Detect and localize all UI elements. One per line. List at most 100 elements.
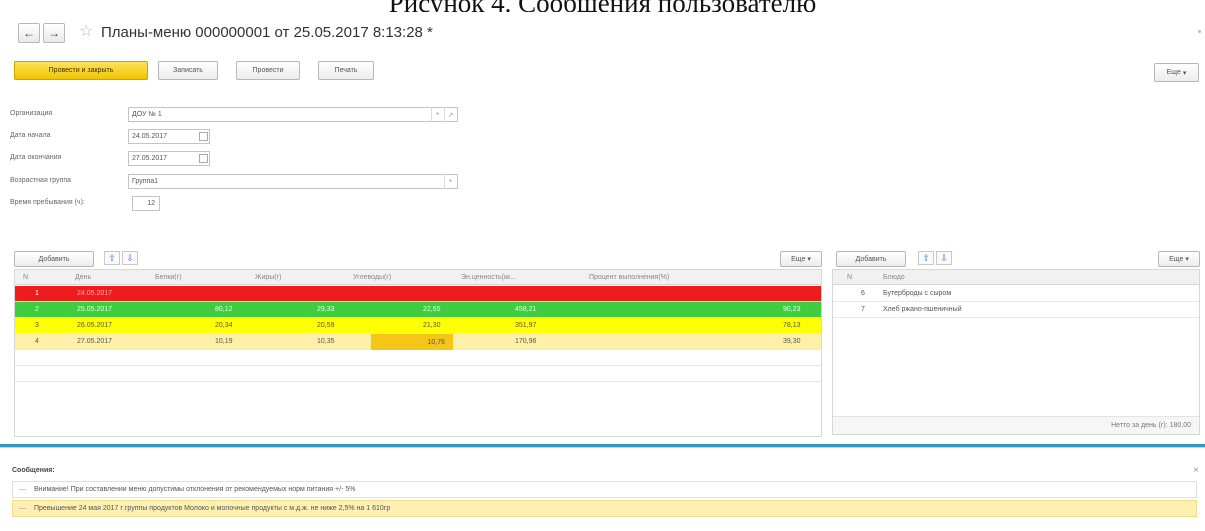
column-header: N (847, 273, 853, 281)
row-number: 4 (35, 338, 39, 345)
start-date-field[interactable]: 24.05.2017 (128, 129, 210, 144)
left-more-button[interactable]: Еще ▾ (780, 251, 822, 267)
close-icon[interactable]: × (1193, 465, 1199, 476)
table-header-row: N Блюдо (833, 270, 1199, 285)
window-title: Планы-меню 000000001 от 25.05.2017 8:13:… (101, 24, 433, 41)
dash-icon: — (19, 505, 26, 512)
row-day: 26.05.2017 (77, 322, 113, 329)
move-up-icon[interactable]: ⇧ (918, 251, 934, 265)
row-protein: 10,19 (215, 338, 233, 345)
dropdown-icon: ▾ (807, 256, 811, 263)
arrow-left-icon: ← (23, 26, 35, 40)
row-day: 27.05.2017 (77, 338, 113, 345)
row-percent: 39,30 (783, 338, 801, 345)
message-item[interactable]: — Превышение 24 мая 2017 г группы продук… (12, 500, 1197, 517)
left-add-button[interactable]: Добавить (14, 251, 94, 267)
favorite-star-icon[interactable]: ☆ (79, 24, 93, 40)
document-window: ← → ☆ Планы-меню 000000001 от 25.05.2017… (0, 12, 1205, 531)
move-up-icon[interactable]: ⇧ (104, 251, 120, 265)
post-and-close-button[interactable]: Провести и закрыть (14, 61, 148, 80)
row-carbs: 22,65 (423, 306, 441, 313)
row-day: 25.05.2017 (77, 306, 113, 313)
stay-time-field[interactable]: 12 (132, 196, 160, 211)
post-button[interactable]: Провести (236, 61, 300, 80)
row-fat: 29,33 (317, 306, 335, 313)
column-header: Белки(г) (155, 273, 182, 281)
row-dish: Бутерброды с сыром (883, 290, 952, 297)
row-fat: 10,35 (317, 338, 335, 345)
arrow-right-icon: → (48, 26, 60, 40)
move-down-icon[interactable]: ⇩ (936, 251, 952, 265)
right-more-button[interactable]: Еще ▾ (1158, 251, 1200, 267)
dash-icon: — (19, 486, 26, 493)
more-label: Еще (791, 255, 806, 263)
calendar-icon[interactable] (199, 132, 208, 141)
org-value: ДОУ № 1 (132, 111, 162, 118)
message-item[interactable]: — Внимание! При составлении меню допусти… (12, 481, 1197, 498)
more-label: Еще (1169, 255, 1184, 263)
row-number: 3 (35, 322, 39, 329)
right-add-button[interactable]: Добавить (836, 251, 906, 267)
row-number: 6 (861, 290, 865, 297)
more-label: Еще (1166, 69, 1181, 76)
net-total-footer: Нетто за день (г): 180,00 (833, 416, 1199, 434)
start-date-value: 24.05.2017 (132, 133, 168, 140)
row-protein: 20,34 (215, 322, 233, 329)
row-day: 24.05.2017 (77, 290, 113, 297)
messages-panel: Сообщения: × — Внимание! При составлении… (0, 447, 1205, 531)
message-text: Превышение 24 мая 2017 г группы продукто… (34, 505, 391, 512)
forward-button[interactable]: → (43, 23, 65, 43)
select-dropdown-icon[interactable]: • (431, 107, 443, 122)
column-header: N (23, 273, 29, 281)
row-dish: Хлеб ржано-пшеничный (883, 306, 962, 313)
row-percent: 78,13 (783, 322, 801, 329)
message-text: Внимание! При составлении меню допустимы… (34, 486, 356, 493)
table-header-row: N День Белки(г) Жиры(г) Углеводы(г) Эн.ц… (15, 270, 821, 285)
dropdown-icon: ▾ (1182, 69, 1187, 77)
row-fat: 20,59 (317, 322, 335, 329)
table-row[interactable]: 6 Бутерброды с сыром (833, 286, 1199, 302)
row-energy: 170,96 (515, 338, 537, 345)
row-carbs: 10,76 (427, 338, 445, 346)
more-button[interactable]: Еще ▾ (1154, 63, 1199, 82)
select-dropdown-icon[interactable]: • (444, 174, 456, 189)
calendar-icon[interactable] (199, 154, 208, 163)
column-header: День (75, 273, 92, 281)
end-date-label: Дата окончания (10, 154, 62, 161)
column-header: Углеводы(г) (353, 273, 392, 281)
table-row[interactable]: 4 27.05.2017 10,19 10,35 10,76 170,96 39… (15, 334, 821, 350)
table-row[interactable]: 1 24.05.2017 (15, 286, 821, 302)
end-date-field[interactable]: 27.05.2017 (128, 151, 210, 166)
row-protein: 80,12 (215, 306, 233, 313)
org-field[interactable]: ДОУ № 1 • ↗ (128, 107, 458, 122)
window-menu-icon[interactable] (1198, 30, 1201, 33)
back-button[interactable]: ← (18, 23, 40, 43)
row-number: 2 (35, 306, 39, 313)
row-number: 1 (35, 290, 39, 297)
dropdown-icon: ▾ (1185, 256, 1189, 263)
age-group-field[interactable]: Группа1 • (128, 174, 458, 189)
start-date-label: Дата начала (10, 132, 51, 139)
save-button[interactable]: Записать (158, 61, 218, 80)
table-row[interactable]: 2 25.05.2017 80,12 29,33 22,65 458,21 90… (15, 302, 821, 318)
column-header: Жиры(г) (255, 273, 282, 281)
row-percent: 90,23 (783, 306, 801, 313)
row-energy: 458,21 (515, 306, 537, 313)
row-carbs: 21,30 (423, 322, 441, 329)
row-carbs-selected[interactable]: 10,76 (371, 334, 453, 350)
open-icon[interactable]: ↗ (444, 107, 456, 122)
row-number: 7 (861, 306, 865, 313)
column-header: Блюдо (883, 273, 905, 281)
table-row[interactable]: 3 26.05.2017 20,34 20,59 21,30 351,97 78… (15, 318, 821, 334)
messages-title: Сообщения: (12, 467, 55, 474)
org-label: Организация (10, 110, 53, 117)
move-down-icon[interactable]: ⇩ (122, 251, 138, 265)
table-row[interactable]: 7 Хлеб ржано-пшеничный (833, 302, 1199, 318)
days-table: N День Белки(г) Жиры(г) Углеводы(г) Эн.ц… (14, 269, 822, 437)
column-header: Процент выполнения(%) (589, 273, 670, 281)
column-header: Эн.ценность(кк... (461, 273, 516, 281)
table-row-empty (15, 350, 821, 366)
age-group-label: Возрастная группа (10, 177, 72, 184)
age-group-value: Группа1 (132, 178, 159, 185)
print-button[interactable]: Печать (318, 61, 374, 80)
